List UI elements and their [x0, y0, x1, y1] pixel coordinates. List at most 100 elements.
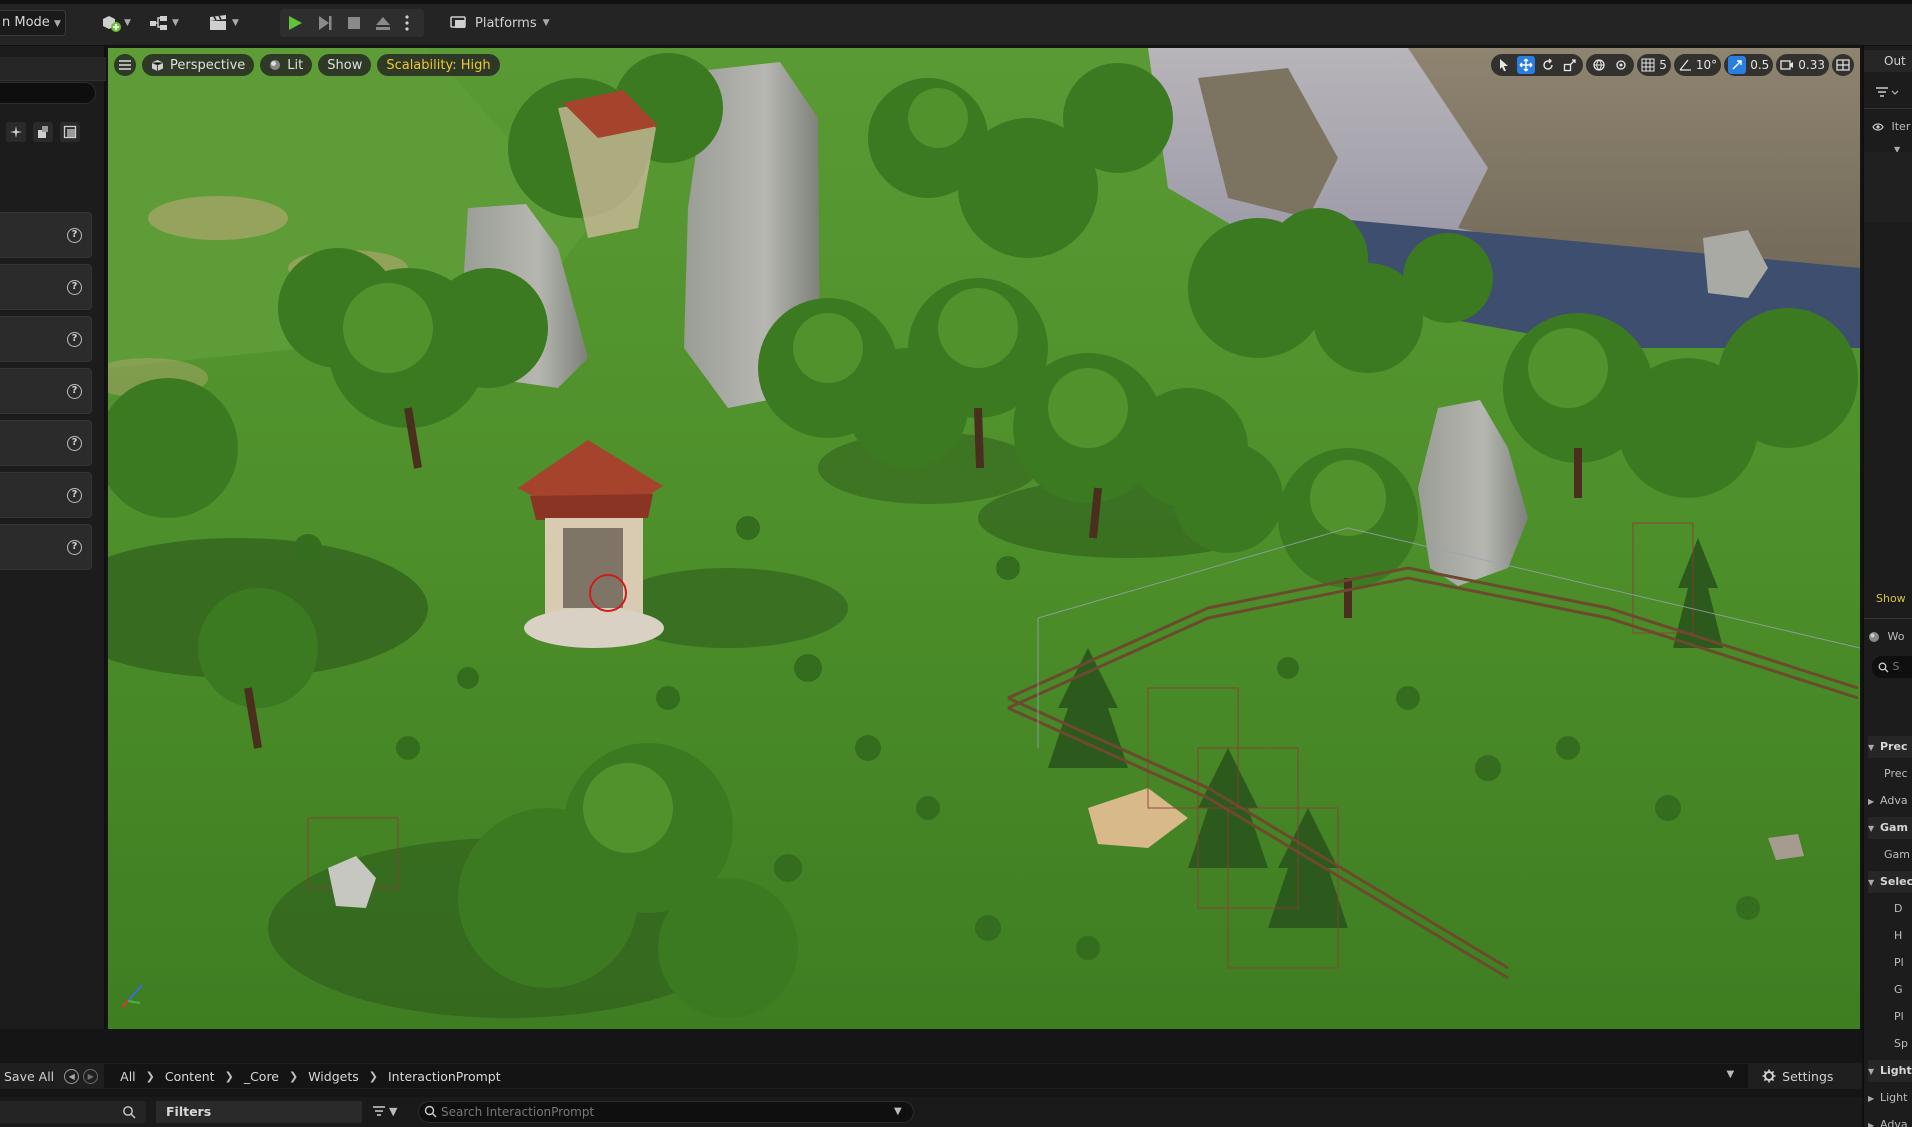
filter-icon [373, 1106, 385, 1116]
step-forward-icon[interactable] [316, 14, 334, 32]
details-search-input[interactable]: S [1872, 656, 1912, 678]
shapes-actor-icon[interactable] [33, 122, 53, 142]
outliner-header-row[interactable]: Iter [1872, 116, 1912, 138]
mode-selector-button[interactable]: n Mode ▼ [0, 10, 66, 36]
chevron-right-icon[interactable]: ❯ [363, 1070, 384, 1083]
chevron-down-icon[interactable]: ▼ [894, 1106, 902, 1117]
back-arrow-icon[interactable]: ◀ [64, 1068, 80, 1084]
globe-icon[interactable] [1590, 56, 1608, 74]
show-filters-link[interactable]: Show [1876, 592, 1906, 605]
panel-tab-header[interactable] [0, 57, 106, 81]
scalability-button[interactable]: Scalability: High [377, 54, 500, 76]
view-mode-button[interactable]: Lit [260, 54, 313, 76]
eye-icon[interactable] [1872, 122, 1884, 132]
details-row[interactable]: ▶ Adva [1868, 790, 1912, 812]
chevron-right-icon[interactable]: ❯ [140, 1070, 161, 1083]
add-cube-icon [103, 16, 121, 32]
details-row[interactable]: Gam [1868, 844, 1912, 866]
rotate-icon[interactable] [1539, 56, 1557, 74]
details-row[interactable]: Pl [1868, 952, 1912, 974]
camera-speed-group[interactable]: 0.33 [1776, 54, 1829, 76]
details-row[interactable]: ▶ Light [1868, 1087, 1912, 1109]
translate-move-icon[interactable] [1517, 56, 1536, 74]
lit-label: Lit [287, 57, 304, 73]
details-row[interactable]: H [1868, 925, 1912, 947]
filter-icon[interactable] [1874, 86, 1900, 100]
breadcrumb-item[interactable]: Widgets [304, 1069, 363, 1084]
surface-snap-icon[interactable] [1612, 56, 1630, 74]
outliner-list-area[interactable] [1864, 152, 1912, 222]
scale-snap-group[interactable]: 0.5 [1724, 54, 1774, 76]
panel-search-input[interactable] [0, 82, 96, 104]
asset-search-input[interactable]: Search InteractionPrompt [418, 1101, 914, 1123]
details-row[interactable]: ▼ Light [1868, 1060, 1912, 1082]
add-actor-button[interactable]: ▼ [100, 10, 131, 36]
help-icon[interactable]: ? [67, 332, 82, 347]
chevron-down-icon: ▼ [232, 18, 239, 28]
actor-category-item[interactable]: ? [0, 524, 92, 570]
volume-actor-icon[interactable] [60, 122, 80, 142]
sparkle-actor-icon[interactable] [6, 122, 26, 142]
actor-category-item[interactable]: ? [0, 368, 92, 414]
play-icon[interactable] [286, 14, 304, 32]
blueprint-icon [150, 16, 167, 30]
search-icon [1878, 662, 1889, 672]
details-row[interactable]: ▶ Adva [1868, 1114, 1912, 1127]
actor-category-item[interactable]: ? [0, 264, 92, 310]
filters-header[interactable]: Filters [156, 1101, 362, 1123]
stop-icon[interactable] [346, 15, 362, 31]
settings-button[interactable]: Settings [1762, 1069, 1833, 1084]
details-row[interactable]: Pl [1868, 1006, 1912, 1028]
details-row[interactable]: ▼ Prec [1868, 736, 1912, 758]
blueprints-button[interactable]: ▼ [148, 10, 179, 36]
eject-icon[interactable] [374, 14, 392, 32]
outliner-tab-label: Out [1884, 54, 1906, 68]
help-icon[interactable]: ? [67, 488, 82, 503]
platforms-label: Platforms [475, 15, 537, 31]
details-row[interactable]: D [1868, 898, 1912, 920]
breadcrumb-item[interactable]: All [116, 1069, 140, 1084]
grid-snap-group[interactable]: 5 [1637, 54, 1671, 76]
actor-category-item[interactable]: ? [0, 212, 92, 258]
chevron-right-icon[interactable]: ❯ [219, 1070, 240, 1083]
sources-search-input[interactable] [0, 1101, 146, 1123]
show-button[interactable]: Show [318, 54, 372, 76]
forward-arrow-icon[interactable]: ▶ [83, 1068, 99, 1084]
details-row[interactable]: ▼ Selec [1868, 871, 1912, 893]
details-row[interactable]: Sp [1868, 1033, 1912, 1055]
chevron-right-icon[interactable]: ❯ [283, 1070, 304, 1083]
outliner-tab[interactable]: Out [1864, 50, 1912, 72]
help-icon[interactable]: ? [67, 384, 82, 399]
level-viewport[interactable]: Perspective Lit Show Scalability: High 5… [108, 48, 1860, 1029]
breadcrumb-item[interactable]: InteractionPrompt [384, 1069, 505, 1084]
rotation-snap-group[interactable]: 10° [1673, 54, 1722, 76]
chevron-down-icon[interactable]: ▼ [1726, 1069, 1734, 1080]
details-row[interactable]: G [1868, 979, 1912, 1001]
help-icon[interactable]: ? [67, 228, 82, 243]
help-icon[interactable]: ? [67, 436, 82, 451]
details-row[interactable]: ▼ Gam [1868, 817, 1912, 839]
triangle-right-icon: ▶ [1868, 1094, 1875, 1103]
breadcrumb-item[interactable]: _Core [240, 1069, 283, 1084]
world-settings-tab[interactable]: Wo [1868, 626, 1912, 648]
filter-dropdown-button[interactable]: ▼ [372, 1105, 397, 1118]
details-row-label: Sp [1894, 1037, 1908, 1050]
platforms-button[interactable]: Platforms ▼ [449, 10, 550, 36]
perspective-button[interactable]: Perspective [142, 54, 255, 76]
details-row[interactable]: Prec [1868, 763, 1912, 785]
layout-group[interactable] [1832, 54, 1854, 76]
select-cursor-icon[interactable] [1495, 56, 1513, 74]
actor-category-item[interactable]: ? [0, 420, 92, 466]
cinematics-button[interactable]: ▼ [208, 10, 239, 36]
actor-category-item[interactable]: ? [0, 472, 92, 518]
details-row-label: Pl [1894, 1010, 1904, 1023]
play-controls [280, 9, 424, 37]
help-icon[interactable]: ? [67, 280, 82, 295]
viewport-menu-button[interactable] [114, 54, 136, 76]
help-icon[interactable]: ? [67, 540, 82, 555]
actor-category-item[interactable]: ? [0, 316, 92, 362]
save-all-button[interactable]: Save All [4, 1069, 54, 1084]
more-options-icon[interactable] [404, 14, 410, 32]
breadcrumb-item[interactable]: Content [161, 1069, 219, 1084]
scale-icon[interactable] [1561, 56, 1579, 74]
